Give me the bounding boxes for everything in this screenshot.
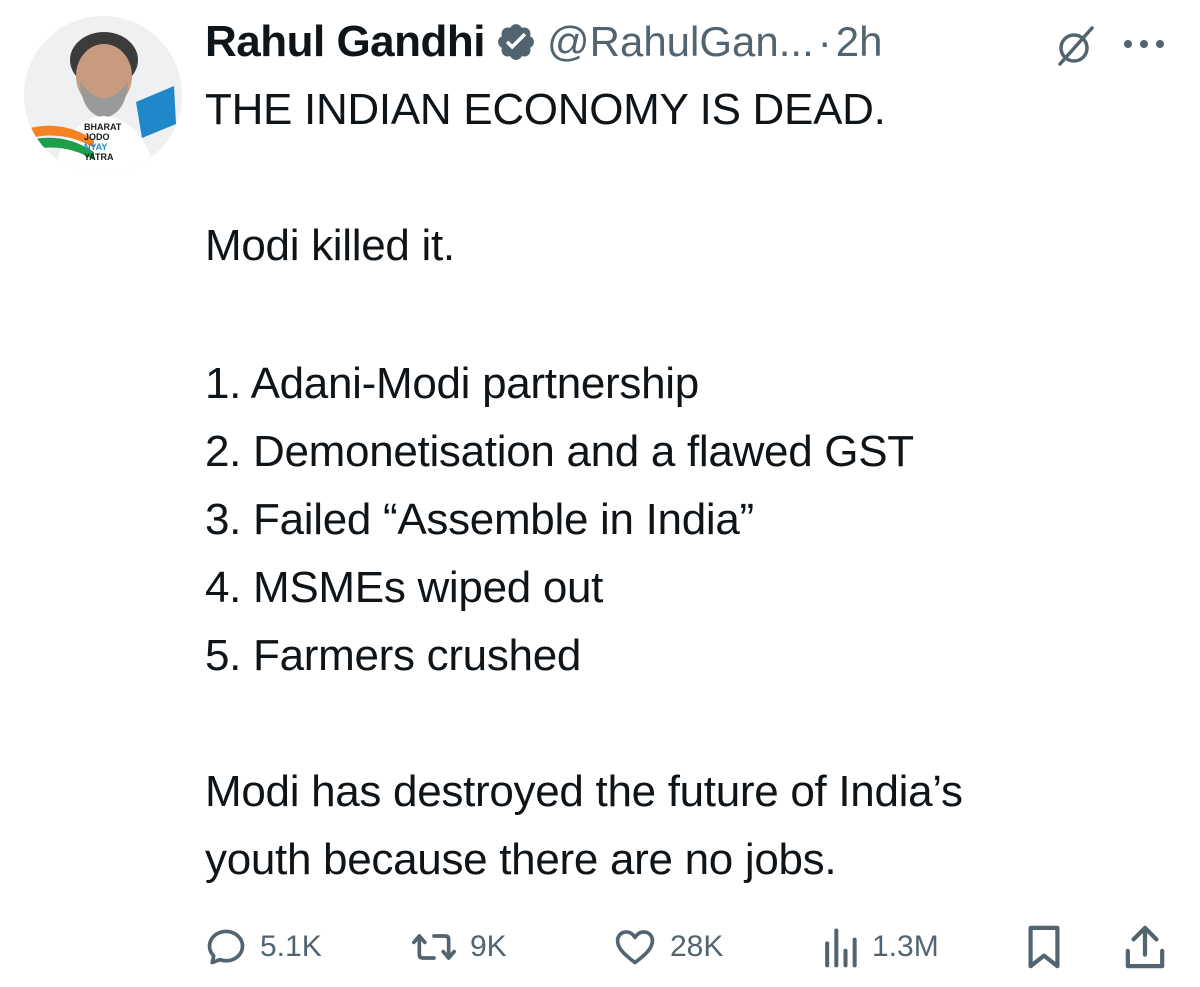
views-count: 1.3M xyxy=(872,930,939,963)
tweet-header: Rahul Gandhi @RahulGan... · 2h xyxy=(205,12,882,72)
tweet-timestamp[interactable]: 2h xyxy=(836,18,883,66)
more-dots-icon[interactable] xyxy=(1118,34,1170,54)
reply-button[interactable]: 5.1K xyxy=(204,922,322,972)
reply-count: 5.1K xyxy=(260,930,322,963)
views-button[interactable]: 1.3M xyxy=(820,922,939,972)
avatar[interactable]: BHARAT JODO NYAY YATRA xyxy=(24,16,182,174)
tweet-action-bar: 5.1K 9K 28K 1.3M xyxy=(0,922,1200,972)
tweet[interactable]: BHARAT JODO NYAY YATRA Rahul Gandhi @Rah… xyxy=(0,0,1200,987)
author-handle[interactable]: @RahulGan... xyxy=(547,18,814,66)
verified-badge-icon[interactable] xyxy=(495,21,537,63)
list-item: 3. Failed “Assemble in India” xyxy=(205,495,754,544)
like-count: 28K xyxy=(670,930,724,963)
repost-icon xyxy=(410,925,458,969)
list-item: 5. Farmers crushed xyxy=(205,631,582,680)
grok-icon[interactable] xyxy=(1052,22,1100,70)
like-button[interactable]: 28K xyxy=(612,922,723,972)
share-icon xyxy=(1124,924,1166,970)
tweet-closing-line: youth because there are no jobs. xyxy=(205,835,837,884)
author-display-name[interactable]: Rahul Gandhi xyxy=(205,17,486,67)
share-button[interactable] xyxy=(1124,922,1166,972)
heart-icon xyxy=(612,925,658,969)
repost-count: 9K xyxy=(470,930,507,963)
separator-dot: · xyxy=(817,18,832,65)
list-item: 1. Adani-Modi partnership xyxy=(205,359,699,408)
avatar-badge-line: JODO xyxy=(84,132,110,142)
tweet-headline: THE INDIAN ECONOMY IS DEAD. xyxy=(205,85,886,134)
avatar-badge-line: BHARAT xyxy=(84,122,122,132)
avatar-badge-line: NYAY xyxy=(84,142,108,152)
avatar-badge-line: YATRA xyxy=(84,152,114,162)
views-bar-chart-icon xyxy=(820,925,860,969)
tweet-line: Modi killed it. xyxy=(205,221,455,270)
avatar-badge: BHARAT JODO NYAY YATRA xyxy=(84,122,121,162)
bookmark-button[interactable] xyxy=(1024,922,1064,972)
tweet-closing-line: Modi has destroyed the future of India’s xyxy=(205,767,963,816)
repost-button[interactable]: 9K xyxy=(410,922,507,972)
list-item: 4. MSMEs wiped out xyxy=(205,563,604,612)
reply-icon xyxy=(204,925,248,969)
list-item: 2. Demonetisation and a flawed GST xyxy=(205,427,914,476)
bookmark-icon xyxy=(1024,924,1064,970)
